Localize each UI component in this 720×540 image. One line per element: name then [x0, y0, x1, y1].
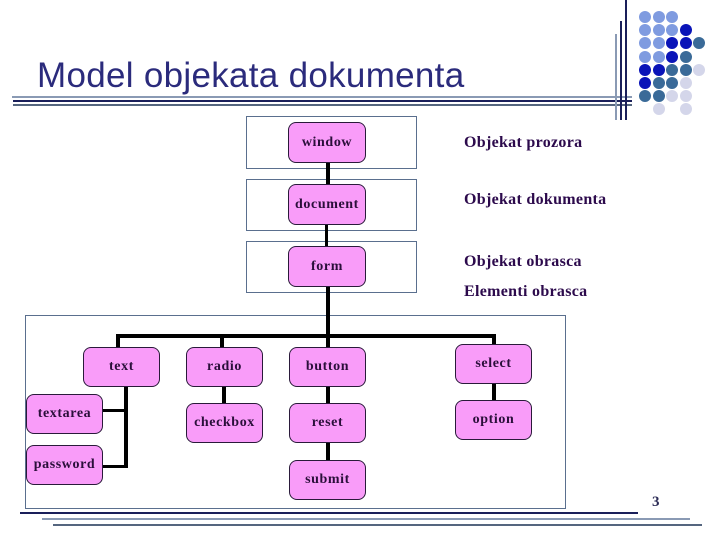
node-select: select	[455, 344, 532, 384]
decorative-dot	[679, 90, 692, 103]
decorative-dot	[679, 24, 692, 37]
title-rule-top	[12, 96, 632, 98]
connector-text-spine	[124, 386, 128, 468]
title-rule-middle	[13, 100, 632, 102]
decorative-dot	[666, 63, 678, 76]
decorative-dot	[652, 37, 665, 50]
decorative-dot	[666, 11, 678, 23]
footer-rule-dark-gray	[53, 524, 702, 526]
footer-rule-navy	[20, 512, 638, 514]
node-reset: reset	[289, 403, 366, 443]
vertical-rule-gray	[615, 34, 617, 120]
connector-document-form	[325, 224, 328, 246]
slide-title: Model objekata dokumenta	[37, 56, 465, 95]
footer-rule-gray	[42, 518, 690, 520]
connector-to-textarea	[102, 409, 126, 412]
connector-form-elements	[326, 286, 330, 337]
decorative-dot	[639, 50, 651, 63]
node-form: form	[288, 246, 366, 287]
node-submit: submit	[289, 460, 366, 500]
node-document: document	[288, 184, 366, 225]
decorative-dot	[666, 77, 678, 89]
node-window: window	[288, 122, 366, 163]
decorative-dot	[639, 90, 651, 103]
decorative-dot	[679, 50, 692, 63]
decorative-dot	[679, 103, 692, 116]
connector-to-radio	[220, 334, 224, 348]
decorative-dot	[652, 103, 665, 116]
decorative-dot	[639, 77, 651, 89]
connector-radio-checkbox	[222, 386, 226, 404]
decorative-dot	[639, 37, 651, 50]
node-textarea: textarea	[26, 394, 103, 434]
node-radio: radio	[186, 347, 263, 387]
label-document-description: Objekat dokumenta	[464, 191, 607, 208]
decorative-dot	[652, 24, 665, 37]
vertical-rule-navy-2	[625, 0, 627, 120]
decorative-dot	[652, 63, 665, 76]
decorative-dot	[639, 63, 651, 76]
decorative-dot	[679, 77, 692, 89]
connector-to-button	[326, 334, 330, 348]
decorative-dot	[666, 24, 678, 37]
node-checkbox: checkbox	[186, 403, 263, 443]
decorative-dot	[693, 37, 705, 50]
connector-button-reset	[326, 386, 330, 404]
connector-reset-submit	[326, 443, 330, 461]
connector-window-document	[326, 162, 330, 184]
node-password: password	[26, 445, 103, 485]
decorative-dot	[652, 90, 665, 103]
label-elements-description: Elementi obrasca	[464, 283, 588, 300]
decorative-dot	[652, 11, 665, 23]
label-window-description: Objekat prozora	[464, 134, 583, 151]
decorative-dot	[639, 11, 651, 23]
decorative-dot	[652, 50, 665, 63]
decorative-dot	[666, 50, 678, 63]
connector-to-text	[116, 334, 120, 348]
vertical-rule-navy-1	[620, 21, 622, 120]
decorative-dot	[666, 90, 678, 103]
decorative-dot	[693, 63, 705, 76]
connector-to-password	[102, 465, 126, 468]
connector-elements-bar	[116, 334, 496, 338]
connector-select-option	[492, 383, 496, 401]
node-text: text	[83, 347, 160, 387]
label-form-description: Objekat obrasca	[464, 253, 582, 270]
decorative-dot	[679, 63, 692, 76]
decorative-dot	[639, 24, 651, 37]
node-button: button	[289, 347, 366, 387]
page-number: 3	[652, 494, 660, 510]
decorative-dot	[652, 77, 665, 89]
decorative-dot	[666, 37, 678, 50]
title-rule-bottom	[13, 104, 632, 106]
decorative-dot	[679, 37, 692, 50]
node-option: option	[455, 400, 532, 440]
